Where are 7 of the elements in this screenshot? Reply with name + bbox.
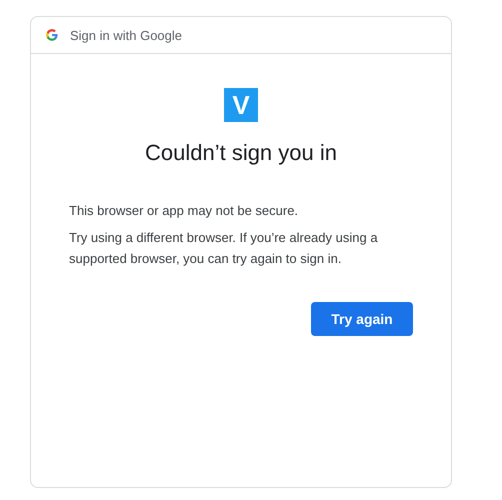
- message-text: This browser or app may not be secure.: [69, 202, 300, 220]
- dialog-heading: Couldn’t sign you in: [144, 140, 338, 166]
- header-title: Sign in with Google: [70, 28, 182, 42]
- try-again-button[interactable]: Try again: [311, 302, 413, 336]
- message-text: Try using a different browser. If you’re already using a supported browser, you can try again to sign in.: [69, 229, 379, 268]
- app-logo: V: [224, 88, 258, 122]
- g-logo-icon: [45, 28, 59, 42]
